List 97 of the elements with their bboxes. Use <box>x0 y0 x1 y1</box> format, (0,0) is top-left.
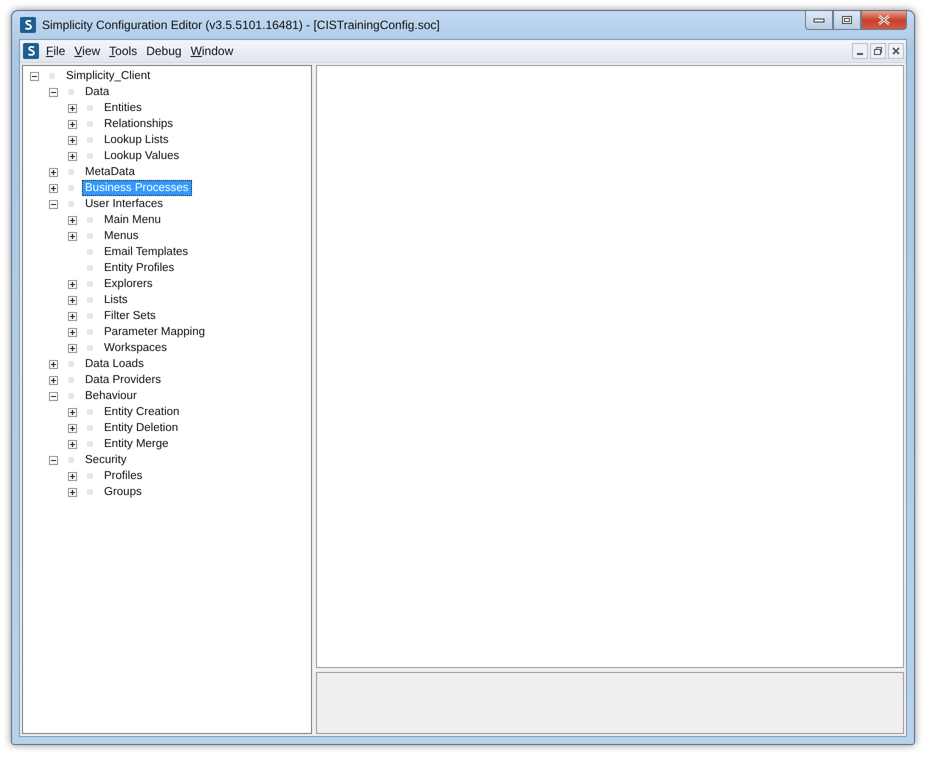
tree-item[interactable]: Lists <box>101 292 131 308</box>
tree-item[interactable]: Profiles <box>101 468 146 484</box>
node-icon <box>68 393 74 399</box>
close-button[interactable] <box>861 11 907 30</box>
tree-item[interactable]: Menus <box>101 228 142 244</box>
node-icon <box>68 457 74 463</box>
tree-item[interactable]: Workspaces <box>101 340 170 356</box>
tree-item[interactable]: Behaviour <box>82 388 140 404</box>
collapse-icon[interactable] <box>49 200 58 208</box>
node-icon <box>87 265 93 271</box>
node-icon <box>68 185 74 191</box>
menu-item[interactable]: Tools <box>107 44 144 58</box>
node-icon <box>87 217 93 223</box>
node-icon <box>87 137 93 143</box>
expand-icon[interactable] <box>68 296 77 304</box>
minimize-icon <box>813 17 825 23</box>
tree-item[interactable]: Data Providers <box>82 372 164 388</box>
expand-icon[interactable] <box>68 440 77 448</box>
minimize-button[interactable] <box>805 11 833 30</box>
node-icon <box>68 361 74 367</box>
tree-item[interactable]: Groups <box>101 484 145 500</box>
expand-icon[interactable] <box>68 136 77 144</box>
tree-item[interactable]: Lookup Lists <box>101 132 172 148</box>
menu-item[interactable]: File <box>44 44 72 58</box>
node-icon <box>87 105 93 111</box>
expand-icon[interactable] <box>68 232 77 240</box>
expand-icon[interactable] <box>68 424 77 432</box>
expand-icon[interactable] <box>49 360 58 368</box>
expand-icon[interactable] <box>68 408 77 416</box>
tree-item[interactable]: Filter Sets <box>101 308 159 324</box>
restore-button[interactable] <box>870 43 886 59</box>
maximize-button[interactable] <box>833 11 861 30</box>
minimize-button[interactable] <box>852 43 868 59</box>
node-icon <box>87 297 93 303</box>
collapse-icon[interactable] <box>49 88 58 96</box>
expand-icon[interactable] <box>68 344 77 352</box>
tree-item[interactable]: Entity Merge <box>101 436 172 452</box>
node-icon <box>49 73 55 79</box>
menu-item[interactable]: Window <box>188 44 240 58</box>
node-icon <box>87 425 93 431</box>
node-icon <box>87 473 93 479</box>
collapse-icon[interactable] <box>49 456 58 464</box>
expand-icon[interactable] <box>49 184 58 192</box>
node-icon <box>68 201 74 207</box>
expand-icon[interactable] <box>68 488 77 496</box>
menu-item[interactable]: View <box>72 44 108 58</box>
close-button[interactable] <box>888 43 904 59</box>
expand-icon[interactable] <box>68 280 77 288</box>
node-icon <box>87 281 93 287</box>
expand-icon[interactable] <box>68 152 77 160</box>
tree-item[interactable]: Entity Creation <box>101 404 182 420</box>
document-logo-icon[interactable] <box>23 43 39 59</box>
tree-item[interactable]: Simplicity_Client <box>63 68 154 84</box>
expand-icon[interactable] <box>68 120 77 128</box>
tree-item[interactable]: Email Templates <box>101 244 192 260</box>
expand-icon[interactable] <box>68 216 77 224</box>
collapse-icon[interactable] <box>30 72 39 80</box>
tree-item[interactable]: Relationships <box>101 116 176 132</box>
node-icon <box>87 153 93 159</box>
node-icon <box>87 409 93 415</box>
tree-item[interactable]: Entities <box>101 100 145 116</box>
expand-icon[interactable] <box>68 312 77 320</box>
tree-item[interactable]: User Interfaces <box>82 196 166 212</box>
tree-item[interactable]: MetaData <box>82 164 138 180</box>
maximize-icon <box>841 15 853 25</box>
tree-item[interactable]: Entity Deletion <box>101 420 182 436</box>
node-icon <box>87 313 93 319</box>
node-icon <box>87 329 93 335</box>
tree-item[interactable]: Main Menu <box>101 212 164 228</box>
tree-item[interactable]: Lookup Values <box>101 148 182 164</box>
tree-item[interactable]: Entity Profiles <box>101 260 178 276</box>
node-icon <box>87 441 93 447</box>
collapse-icon[interactable] <box>49 392 58 400</box>
expand-icon[interactable] <box>68 328 77 336</box>
expand-icon[interactable] <box>49 376 58 384</box>
close-icon <box>892 47 900 55</box>
node-icon <box>87 249 93 255</box>
node-icon <box>68 377 74 383</box>
tree-item[interactable]: Data <box>82 84 112 100</box>
expand-icon[interactable] <box>68 472 77 480</box>
node-icon <box>68 89 74 95</box>
tree-item[interactable]: Explorers <box>101 276 156 292</box>
node-icon <box>87 345 93 351</box>
tree-item[interactable]: Security <box>82 452 130 468</box>
restore-icon <box>873 46 883 56</box>
menu-item[interactable]: Debug <box>144 44 189 58</box>
node-icon <box>87 121 93 127</box>
window-title: Simplicity Configuration Editor (v3.5.5101.16481) - [CISTrainingConfig.soc] <box>42 18 441 32</box>
node-icon <box>87 489 93 495</box>
node-icon <box>87 233 93 239</box>
tree-item[interactable]: Parameter Mapping <box>101 324 208 340</box>
expand-icon[interactable] <box>68 104 77 112</box>
app-logo-icon <box>20 17 36 33</box>
tree-item[interactable]: Data Loads <box>82 356 147 372</box>
expand-icon[interactable] <box>49 168 58 176</box>
close-icon <box>877 15 891 25</box>
node-icon <box>68 169 74 175</box>
